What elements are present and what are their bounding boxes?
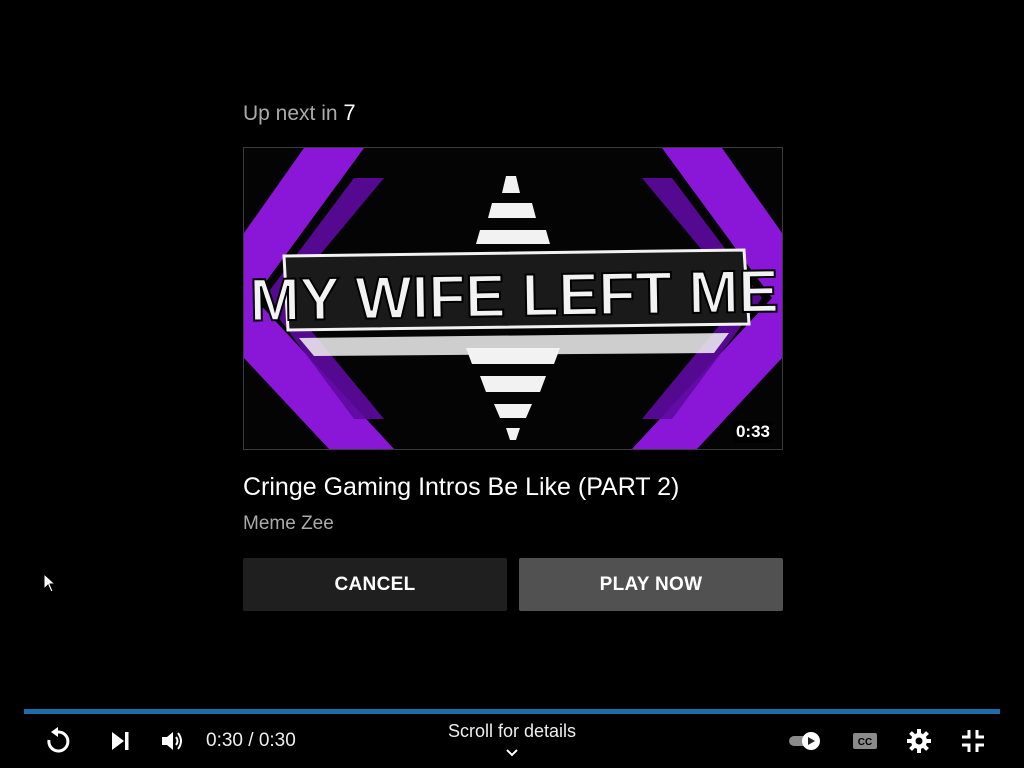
- total-duration: 0:30: [258, 730, 296, 751]
- current-time: 0:30: [206, 730, 243, 751]
- svg-text:CC: CC: [858, 737, 872, 748]
- autoplay-toggle-icon: [789, 732, 820, 750]
- play-now-button[interactable]: PLAY NOW: [519, 558, 783, 611]
- up-next-title[interactable]: Cringe Gaming Intros Be Like (PART 2): [243, 471, 783, 503]
- time-display: 0:30 / 0:30: [206, 729, 296, 753]
- mute-button[interactable]: [156, 725, 188, 757]
- captions-icon: CC: [853, 733, 877, 749]
- exit-fullscreen-button[interactable]: [956, 725, 990, 757]
- volume-icon: [162, 732, 182, 750]
- settings-button[interactable]: [902, 725, 936, 757]
- mouse-cursor-icon: [43, 572, 57, 598]
- up-next-channel: Meme Zee: [243, 513, 334, 534]
- up-next-prefix: Up next in: [243, 102, 338, 125]
- scroll-for-details[interactable]: Scroll for details: [412, 721, 612, 742]
- up-next-header: Up next in 7: [243, 98, 783, 128]
- cancel-button[interactable]: CANCEL: [243, 558, 507, 611]
- thumbnail-image: MY WIFE LEFT ME: [244, 148, 782, 449]
- up-next-actions: CANCEL PLAY NOW: [243, 558, 783, 611]
- up-next-thumbnail[interactable]: MY WIFE LEFT ME 0:33: [243, 147, 783, 450]
- captions-button[interactable]: CC: [848, 727, 882, 755]
- exit-fullscreen-icon: [962, 730, 984, 752]
- up-next-overlay: Up next in 7 MY WIFE LEFT ME 0:33 Cringe…: [243, 98, 783, 611]
- thumbnail-text: MY WIFE LEFT ME: [249, 257, 779, 333]
- up-next-countdown: 7: [343, 100, 356, 125]
- player-controls: 0:30 / 0:30 Scroll for details CC: [0, 714, 1024, 768]
- chevron-down-icon: [504, 745, 520, 763]
- autoplay-toggle[interactable]: [786, 728, 824, 754]
- gear-icon: [907, 729, 931, 753]
- skip-next-icon: [112, 732, 129, 750]
- thumbnail-duration: 0:33: [732, 421, 773, 443]
- replay-button[interactable]: [42, 725, 74, 757]
- time-separator: /: [248, 730, 259, 751]
- replay-icon: [47, 727, 70, 753]
- video-player: Up next in 7 MY WIFE LEFT ME 0:33 Cringe…: [0, 0, 1024, 768]
- next-button[interactable]: [104, 725, 136, 757]
